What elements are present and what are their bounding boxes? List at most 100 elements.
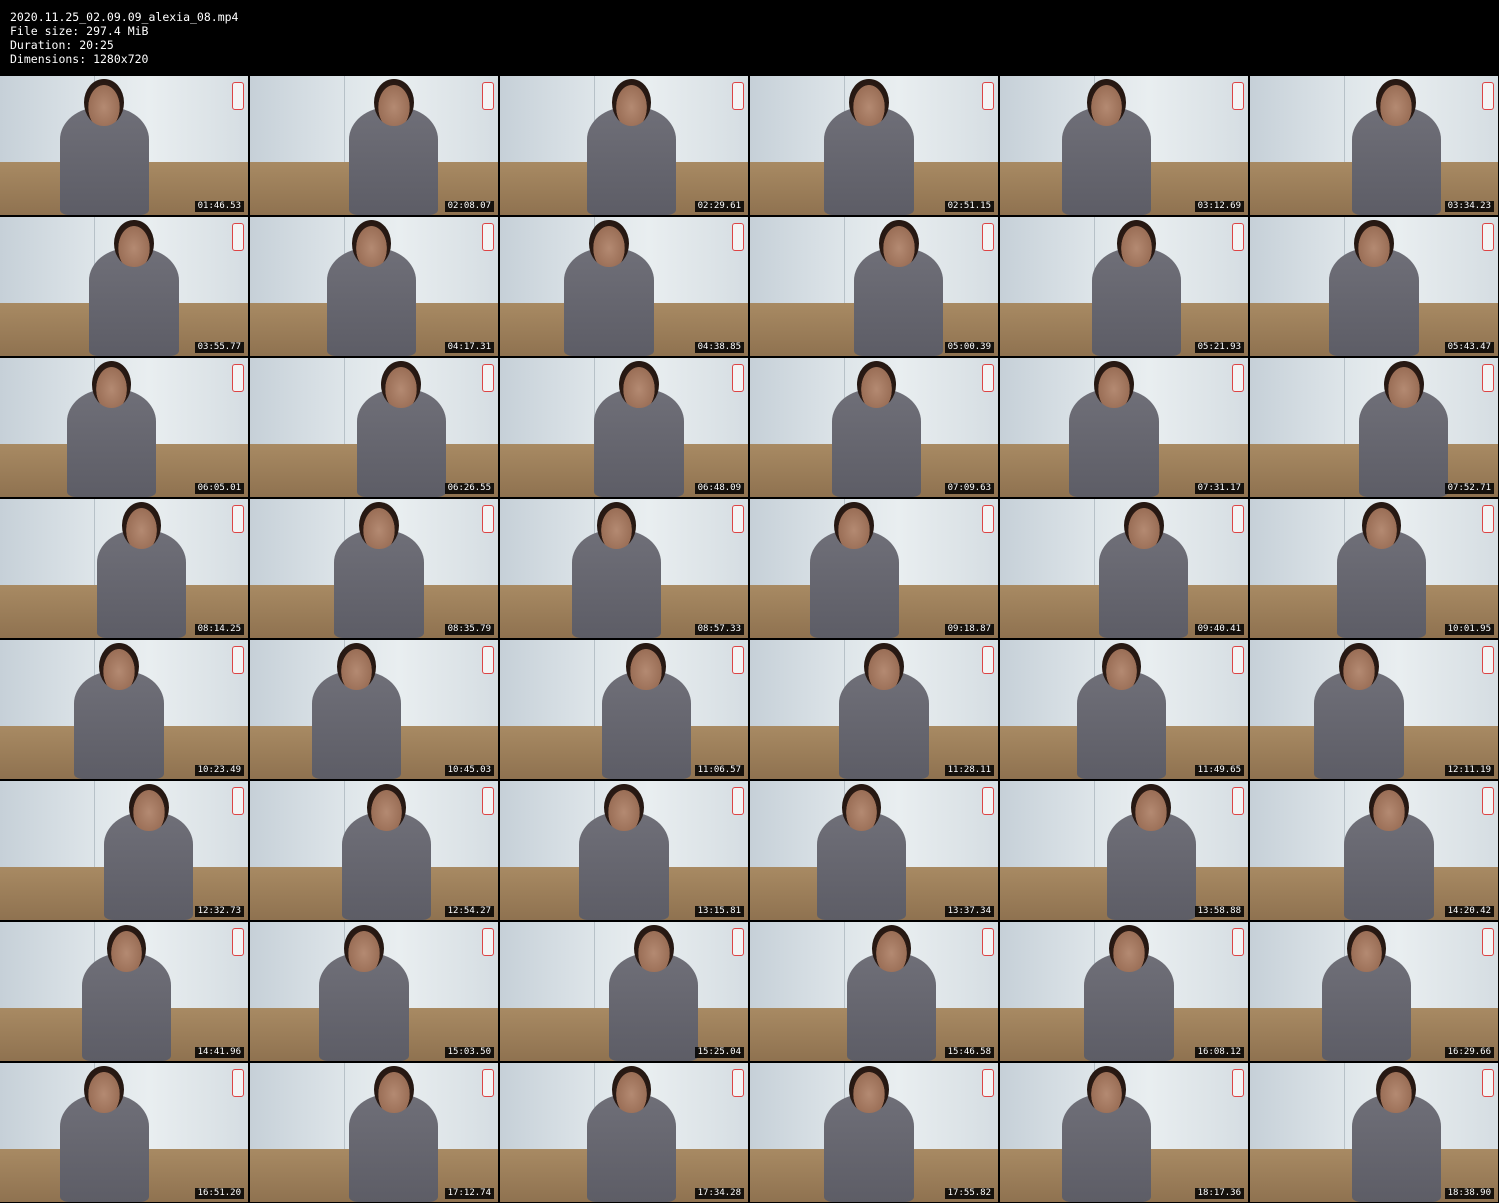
video-thumbnail[interactable]: 12:54.27 <box>250 781 498 920</box>
video-thumbnail[interactable]: 16:29.66 <box>1250 922 1498 1061</box>
timestamp-label: 17:12.74 <box>444 1188 494 1199</box>
phone-icon <box>732 82 744 110</box>
person-head <box>99 642 139 691</box>
video-thumbnail[interactable]: 13:15.81 <box>500 781 748 920</box>
timestamp-label: 01:46.53 <box>194 201 244 212</box>
video-thumbnail[interactable]: 15:03.50 <box>250 922 498 1061</box>
video-thumbnail[interactable]: 03:34.23 <box>1250 76 1498 215</box>
video-thumbnail[interactable]: 08:35.79 <box>250 499 498 638</box>
video-thumbnail[interactable]: 02:29.61 <box>500 76 748 215</box>
video-thumbnail[interactable]: 18:38.90 <box>1250 1063 1498 1202</box>
wall-seam <box>1094 781 1096 868</box>
video-thumbnail[interactable]: 02:51.15 <box>750 76 998 215</box>
phone-icon <box>1482 82 1494 110</box>
video-thumbnail[interactable]: 13:37.34 <box>750 781 998 920</box>
duration-text: Duration: 20:25 <box>10 38 114 52</box>
video-thumbnail[interactable]: 07:09.63 <box>750 358 998 497</box>
timestamp-label: 05:21.93 <box>1194 342 1244 353</box>
timestamp-label: 06:48.09 <box>694 483 744 494</box>
timestamp-label: 11:28.11 <box>944 765 994 776</box>
video-thumbnail[interactable]: 11:06.57 <box>500 640 748 779</box>
person-head <box>1086 78 1127 127</box>
video-thumbnail[interactable]: 01:46.53 <box>0 76 248 215</box>
person-head <box>1346 924 1387 973</box>
phone-icon <box>982 82 994 110</box>
video-thumbnail[interactable]: 08:14.25 <box>0 499 248 638</box>
video-thumbnail[interactable]: 16:51.20 <box>0 1063 248 1202</box>
timestamp-label: 14:41.96 <box>194 1047 244 1058</box>
timestamp-label: 02:29.61 <box>694 201 744 212</box>
filename-text: 2020.11.25_02.09.09_alexia_08.mp4 <box>10 10 239 24</box>
video-thumbnail[interactable]: 14:41.96 <box>0 922 248 1061</box>
video-thumbnail[interactable]: 07:52.71 <box>1250 358 1498 497</box>
video-thumbnail[interactable]: 04:38.85 <box>500 217 748 356</box>
video-thumbnail[interactable]: 03:12.69 <box>1000 76 1248 215</box>
timestamp-label: 16:08.12 <box>1194 1047 1244 1058</box>
timestamp-label: 17:34.28 <box>694 1188 744 1199</box>
person-head <box>1369 783 1409 832</box>
timestamp-label: 04:38.85 <box>694 342 744 353</box>
wall-seam <box>1094 499 1096 586</box>
phone-icon <box>982 928 994 956</box>
person-head <box>604 783 644 832</box>
video-thumbnail[interactable]: 10:01.95 <box>1250 499 1498 638</box>
video-thumbnail[interactable]: 17:12.74 <box>250 1063 498 1202</box>
video-thumbnail[interactable]: 02:08.07 <box>250 76 498 215</box>
timestamp-label: 16:51.20 <box>194 1188 244 1199</box>
video-thumbnail[interactable]: 17:34.28 <box>500 1063 748 1202</box>
timestamp-label: 08:14.25 <box>194 624 244 635</box>
phone-icon <box>1482 928 1494 956</box>
wall-seam <box>94 781 96 868</box>
video-thumbnail[interactable]: 08:57.33 <box>500 499 748 638</box>
video-thumbnail[interactable]: 04:17.31 <box>250 217 498 356</box>
wall-seam <box>1344 76 1346 163</box>
video-thumbnail[interactable]: 11:28.11 <box>750 640 998 779</box>
video-thumbnail[interactable]: 05:00.39 <box>750 217 998 356</box>
timestamp-label: 08:57.33 <box>694 624 744 635</box>
timestamp-label: 15:25.04 <box>694 1047 744 1058</box>
person-head <box>841 783 882 832</box>
video-thumbnail[interactable]: 11:49.65 <box>1000 640 1248 779</box>
person-head <box>856 360 897 409</box>
person-head <box>878 219 919 268</box>
phone-icon <box>1232 223 1244 251</box>
video-thumbnail[interactable]: 09:40.41 <box>1000 499 1248 638</box>
person-head <box>1116 219 1157 268</box>
video-thumbnail[interactable]: 13:58.88 <box>1000 781 1248 920</box>
phone-icon <box>1232 928 1244 956</box>
video-thumbnail[interactable]: 03:55.77 <box>0 217 248 356</box>
wall-seam <box>844 217 846 304</box>
wall-seam <box>1344 358 1346 445</box>
video-thumbnail[interactable]: 09:18.87 <box>750 499 998 638</box>
person-head <box>849 1065 889 1114</box>
video-thumbnail[interactable]: 12:32.73 <box>0 781 248 920</box>
video-thumbnail[interactable]: 06:48.09 <box>500 358 748 497</box>
video-thumbnail[interactable]: 15:46.58 <box>750 922 998 1061</box>
video-thumbnail[interactable]: 07:31.17 <box>1000 358 1248 497</box>
video-thumbnail[interactable]: 16:08.12 <box>1000 922 1248 1061</box>
wall-seam <box>594 640 596 727</box>
video-thumbnail[interactable]: 06:05.01 <box>0 358 248 497</box>
phone-icon <box>232 928 244 956</box>
phone-icon <box>482 82 494 110</box>
video-thumbnail[interactable]: 18:17.36 <box>1000 1063 1248 1202</box>
video-thumbnail[interactable]: 10:23.49 <box>0 640 248 779</box>
video-thumbnail[interactable]: 14:20.42 <box>1250 781 1498 920</box>
person-head <box>1376 78 1417 127</box>
person-head <box>1354 219 1394 268</box>
person-head <box>1094 360 1134 409</box>
video-thumbnail[interactable]: 05:43.47 <box>1250 217 1498 356</box>
person-head <box>619 360 659 409</box>
video-thumbnail[interactable]: 06:26.55 <box>250 358 498 497</box>
video-thumbnail[interactable]: 15:25.04 <box>500 922 748 1061</box>
timestamp-label: 03:12.69 <box>1194 201 1244 212</box>
video-thumbnail[interactable]: 10:45.03 <box>250 640 498 779</box>
phone-icon <box>732 787 744 815</box>
person-head <box>1101 642 1142 691</box>
person-head <box>1131 783 1172 832</box>
phone-icon <box>1232 787 1244 815</box>
video-thumbnail[interactable]: 12:11.19 <box>1250 640 1498 779</box>
video-thumbnail[interactable]: 05:21.93 <box>1000 217 1248 356</box>
timestamp-label: 06:05.01 <box>194 483 244 494</box>
video-thumbnail[interactable]: 17:55.82 <box>750 1063 998 1202</box>
